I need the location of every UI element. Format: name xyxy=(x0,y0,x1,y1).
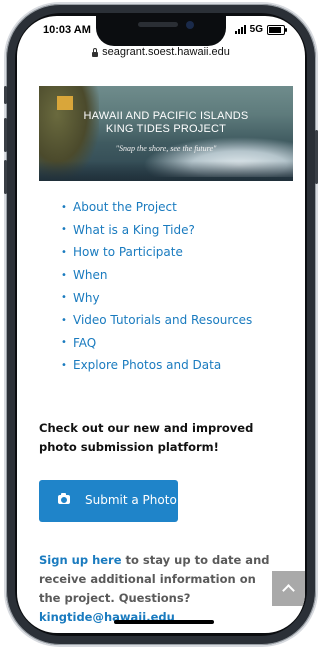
bullet-icon: • xyxy=(61,201,67,213)
battery-icon xyxy=(267,24,287,35)
phone-screen: 10:03 AM 5G seagrant.soest.hawaii.edu HA… xyxy=(17,16,305,633)
nav-item-about[interactable]: • About the Project xyxy=(61,196,252,219)
nav-item-why[interactable]: • Why xyxy=(61,286,252,309)
scroll-to-top-button[interactable] xyxy=(272,571,305,606)
banner-title-line1: HAWAII AND PACIFIC ISLANDS xyxy=(83,110,249,122)
nav-link[interactable]: FAQ xyxy=(73,336,96,350)
signal-icon xyxy=(234,25,246,34)
network-type: 5G xyxy=(249,24,263,35)
banner-sign xyxy=(57,96,73,110)
status-time: 10:03 AM xyxy=(43,24,91,36)
mute-switch xyxy=(4,86,7,104)
notch xyxy=(96,16,226,46)
nav-item-explore-photos[interactable]: • Explore Photos and Data xyxy=(61,354,252,377)
power-button xyxy=(315,130,318,184)
banner-title-line2: KING TIDES PROJECT xyxy=(105,123,227,135)
hero-banner: HAWAII AND PACIFIC ISLANDS KING TIDES PR… xyxy=(39,86,293,181)
volume-up-button xyxy=(4,118,7,152)
bullet-icon: • xyxy=(61,292,67,304)
nav-link[interactable]: How to Participate xyxy=(73,245,183,259)
bullet-icon: • xyxy=(61,246,67,258)
nav-link[interactable]: When xyxy=(73,268,107,282)
submit-photo-label: Submit a Photo xyxy=(85,493,177,507)
nav-item-what-is-king-tide[interactable]: • What is a King Tide? xyxy=(61,219,252,242)
status-icons: 5G xyxy=(234,24,287,35)
front-camera xyxy=(186,21,194,29)
banner-shoreline xyxy=(39,161,293,181)
signup-paragraph: Sign up here to stay up to date and rece… xyxy=(39,551,279,627)
speaker xyxy=(138,22,178,27)
bullet-icon: • xyxy=(61,314,67,326)
banner-tagline: "Snap the shore, see the future" xyxy=(115,144,217,153)
submit-photo-button[interactable]: Submit a Photo xyxy=(39,480,178,522)
nav-link[interactable]: Explore Photos and Data xyxy=(73,358,221,372)
volume-down-button xyxy=(4,160,7,194)
page-nav: • About the Project • What is a King Tide?… xyxy=(61,196,252,377)
bullet-icon: • xyxy=(61,269,67,281)
camera-icon xyxy=(58,493,70,504)
nav-link[interactable]: Why xyxy=(73,291,100,305)
nav-item-faq[interactable]: • FAQ xyxy=(61,332,252,355)
nav-link[interactable]: What is a King Tide? xyxy=(73,223,195,237)
nav-item-when[interactable]: • When xyxy=(61,264,252,287)
nav-link[interactable]: Video Tutorials and Resources xyxy=(73,313,252,327)
lock-icon xyxy=(92,47,99,57)
address-bar[interactable]: seagrant.soest.hawaii.edu xyxy=(17,43,305,61)
home-indicator[interactable] xyxy=(114,620,214,624)
nav-item-how-to-participate[interactable]: • How to Participate xyxy=(61,241,252,264)
platform-callout: Check out our new and improved photo sub… xyxy=(39,421,254,454)
bullet-icon: • xyxy=(61,337,67,349)
signup-link[interactable]: Sign up here xyxy=(39,553,122,567)
bullet-icon: • xyxy=(61,224,67,236)
nav-item-video-tutorials[interactable]: • Video Tutorials and Resources xyxy=(61,309,252,332)
chevron-up-icon xyxy=(282,584,295,597)
nav-link[interactable]: About the Project xyxy=(73,200,177,214)
url-text: seagrant.soest.hawaii.edu xyxy=(102,46,230,58)
bullet-icon: • xyxy=(61,359,67,371)
